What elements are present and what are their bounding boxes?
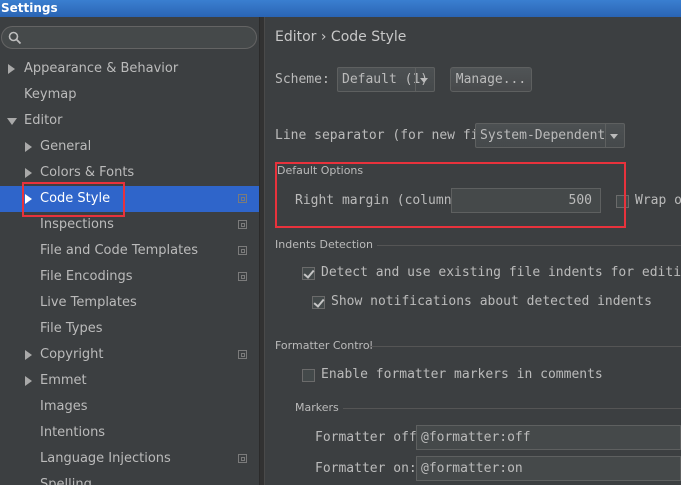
chevron-down-icon bbox=[610, 134, 618, 139]
project-settings-icon bbox=[238, 350, 247, 359]
collapse-arrow-icon[interactable] bbox=[7, 118, 17, 125]
combo-divider bbox=[415, 68, 416, 91]
expand-arrow-icon[interactable] bbox=[8, 64, 15, 74]
tree-item-copyright[interactable]: Copyright bbox=[0, 342, 259, 368]
tree-item-label: File Encodings bbox=[40, 269, 133, 284]
tree-item-label: Keymap bbox=[24, 87, 77, 102]
project-settings-icon bbox=[238, 194, 247, 203]
tree-item-label: Live Templates bbox=[40, 295, 137, 310]
tree-item-language-injections[interactable]: Language Injections bbox=[0, 446, 259, 472]
tree-item-file-encodings[interactable]: File Encodings bbox=[0, 264, 259, 290]
breadcrumb: Editor › Code Style bbox=[275, 29, 407, 45]
expand-arrow-icon[interactable] bbox=[25, 168, 32, 178]
line-separator-value: System-Dependent bbox=[480, 128, 606, 143]
show-notifications-label: Show notifications about detected indent… bbox=[331, 294, 652, 309]
scheme-label: Scheme: bbox=[275, 72, 330, 87]
highlight-box-code-style bbox=[22, 182, 125, 217]
tree-item-label: Emmet bbox=[40, 373, 87, 388]
tree-item-intentions[interactable]: Intentions bbox=[0, 420, 259, 446]
manage-button[interactable]: Manage... bbox=[450, 67, 532, 92]
tree-item-editor[interactable]: Editor bbox=[0, 108, 259, 134]
project-settings-icon bbox=[238, 454, 247, 463]
tree-item-file-code-templates[interactable]: File and Code Templates bbox=[0, 238, 259, 264]
expand-arrow-icon[interactable] bbox=[25, 376, 32, 386]
tree-item-keymap[interactable]: Keymap bbox=[0, 82, 259, 108]
enable-markers-checkbox[interactable] bbox=[302, 369, 315, 382]
tree-item-label: File and Code Templates bbox=[40, 243, 198, 258]
code-style-panel: Editor › Code Style Scheme: Default (1) … bbox=[265, 17, 681, 485]
markers-title: Markers bbox=[295, 401, 339, 414]
tree-item-file-types[interactable]: File Types bbox=[0, 316, 259, 342]
tree-item-spelling[interactable]: Spelling bbox=[0, 472, 259, 485]
tree-item-label: Language Injections bbox=[40, 451, 171, 466]
tree-item-general[interactable]: General bbox=[0, 134, 259, 160]
tree-item-label: Appearance & Behavior bbox=[24, 61, 179, 76]
formatter-off-label: Formatter off: bbox=[315, 430, 425, 445]
settings-tree: Appearance & Behavior Keymap Editor Gene… bbox=[0, 56, 259, 485]
tree-item-label: Intentions bbox=[40, 425, 106, 440]
highlight-box-right-margin bbox=[275, 162, 626, 228]
project-settings-icon bbox=[238, 272, 247, 281]
tree-item-label: Copyright bbox=[40, 347, 104, 362]
group-divider bbox=[377, 245, 681, 246]
formatter-on-input[interactable]: @formatter:on bbox=[416, 456, 681, 481]
tree-item-label: Editor bbox=[24, 113, 63, 128]
indents-detection-title: Indents Detection bbox=[275, 238, 373, 251]
formatter-off-value: @formatter:off bbox=[421, 430, 531, 445]
scheme-select[interactable]: Default (1) bbox=[337, 67, 435, 92]
search-input[interactable] bbox=[1, 26, 257, 49]
tree-item-live-templates[interactable]: Live Templates bbox=[0, 290, 259, 316]
expand-arrow-icon[interactable] bbox=[25, 350, 32, 360]
tree-item-label: Images bbox=[40, 399, 88, 414]
window-title-bar: Settings bbox=[0, 0, 681, 17]
tree-item-label: General bbox=[40, 139, 92, 154]
group-divider bbox=[343, 408, 681, 409]
detect-indents-checkbox[interactable] bbox=[302, 267, 315, 280]
formatter-off-input[interactable]: @formatter:off bbox=[416, 425, 681, 450]
line-separator-select[interactable]: System-Dependent bbox=[475, 123, 625, 148]
chevron-down-icon bbox=[420, 78, 428, 83]
wrap-label: Wrap o bbox=[635, 193, 681, 208]
formatter-on-label: Formatter on: bbox=[315, 461, 417, 476]
combo-divider bbox=[605, 124, 606, 147]
project-settings-icon bbox=[238, 220, 247, 229]
tree-item-emmet[interactable]: Emmet bbox=[0, 368, 259, 394]
tree-item-images[interactable]: Images bbox=[0, 394, 259, 420]
tree-item-label: File Types bbox=[40, 321, 103, 336]
settings-sidebar: Appearance & Behavior Keymap Editor Gene… bbox=[0, 17, 259, 485]
detect-indents-label: Detect and use existing file indents for… bbox=[321, 265, 681, 280]
formatter-control-title: Formatter Control bbox=[275, 339, 373, 352]
tree-item-appearance-behavior[interactable]: Appearance & Behavior bbox=[0, 56, 259, 82]
enable-markers-label: Enable formatter markers in comments bbox=[321, 367, 603, 382]
formatter-on-value: @formatter:on bbox=[421, 461, 523, 476]
show-notifications-checkbox[interactable] bbox=[312, 296, 325, 309]
window-title: Settings bbox=[1, 1, 58, 15]
tree-item-label: Spelling bbox=[40, 477, 92, 485]
project-settings-icon bbox=[238, 246, 247, 255]
group-divider bbox=[369, 346, 681, 347]
expand-arrow-icon[interactable] bbox=[25, 142, 32, 152]
search-icon bbox=[8, 31, 22, 45]
